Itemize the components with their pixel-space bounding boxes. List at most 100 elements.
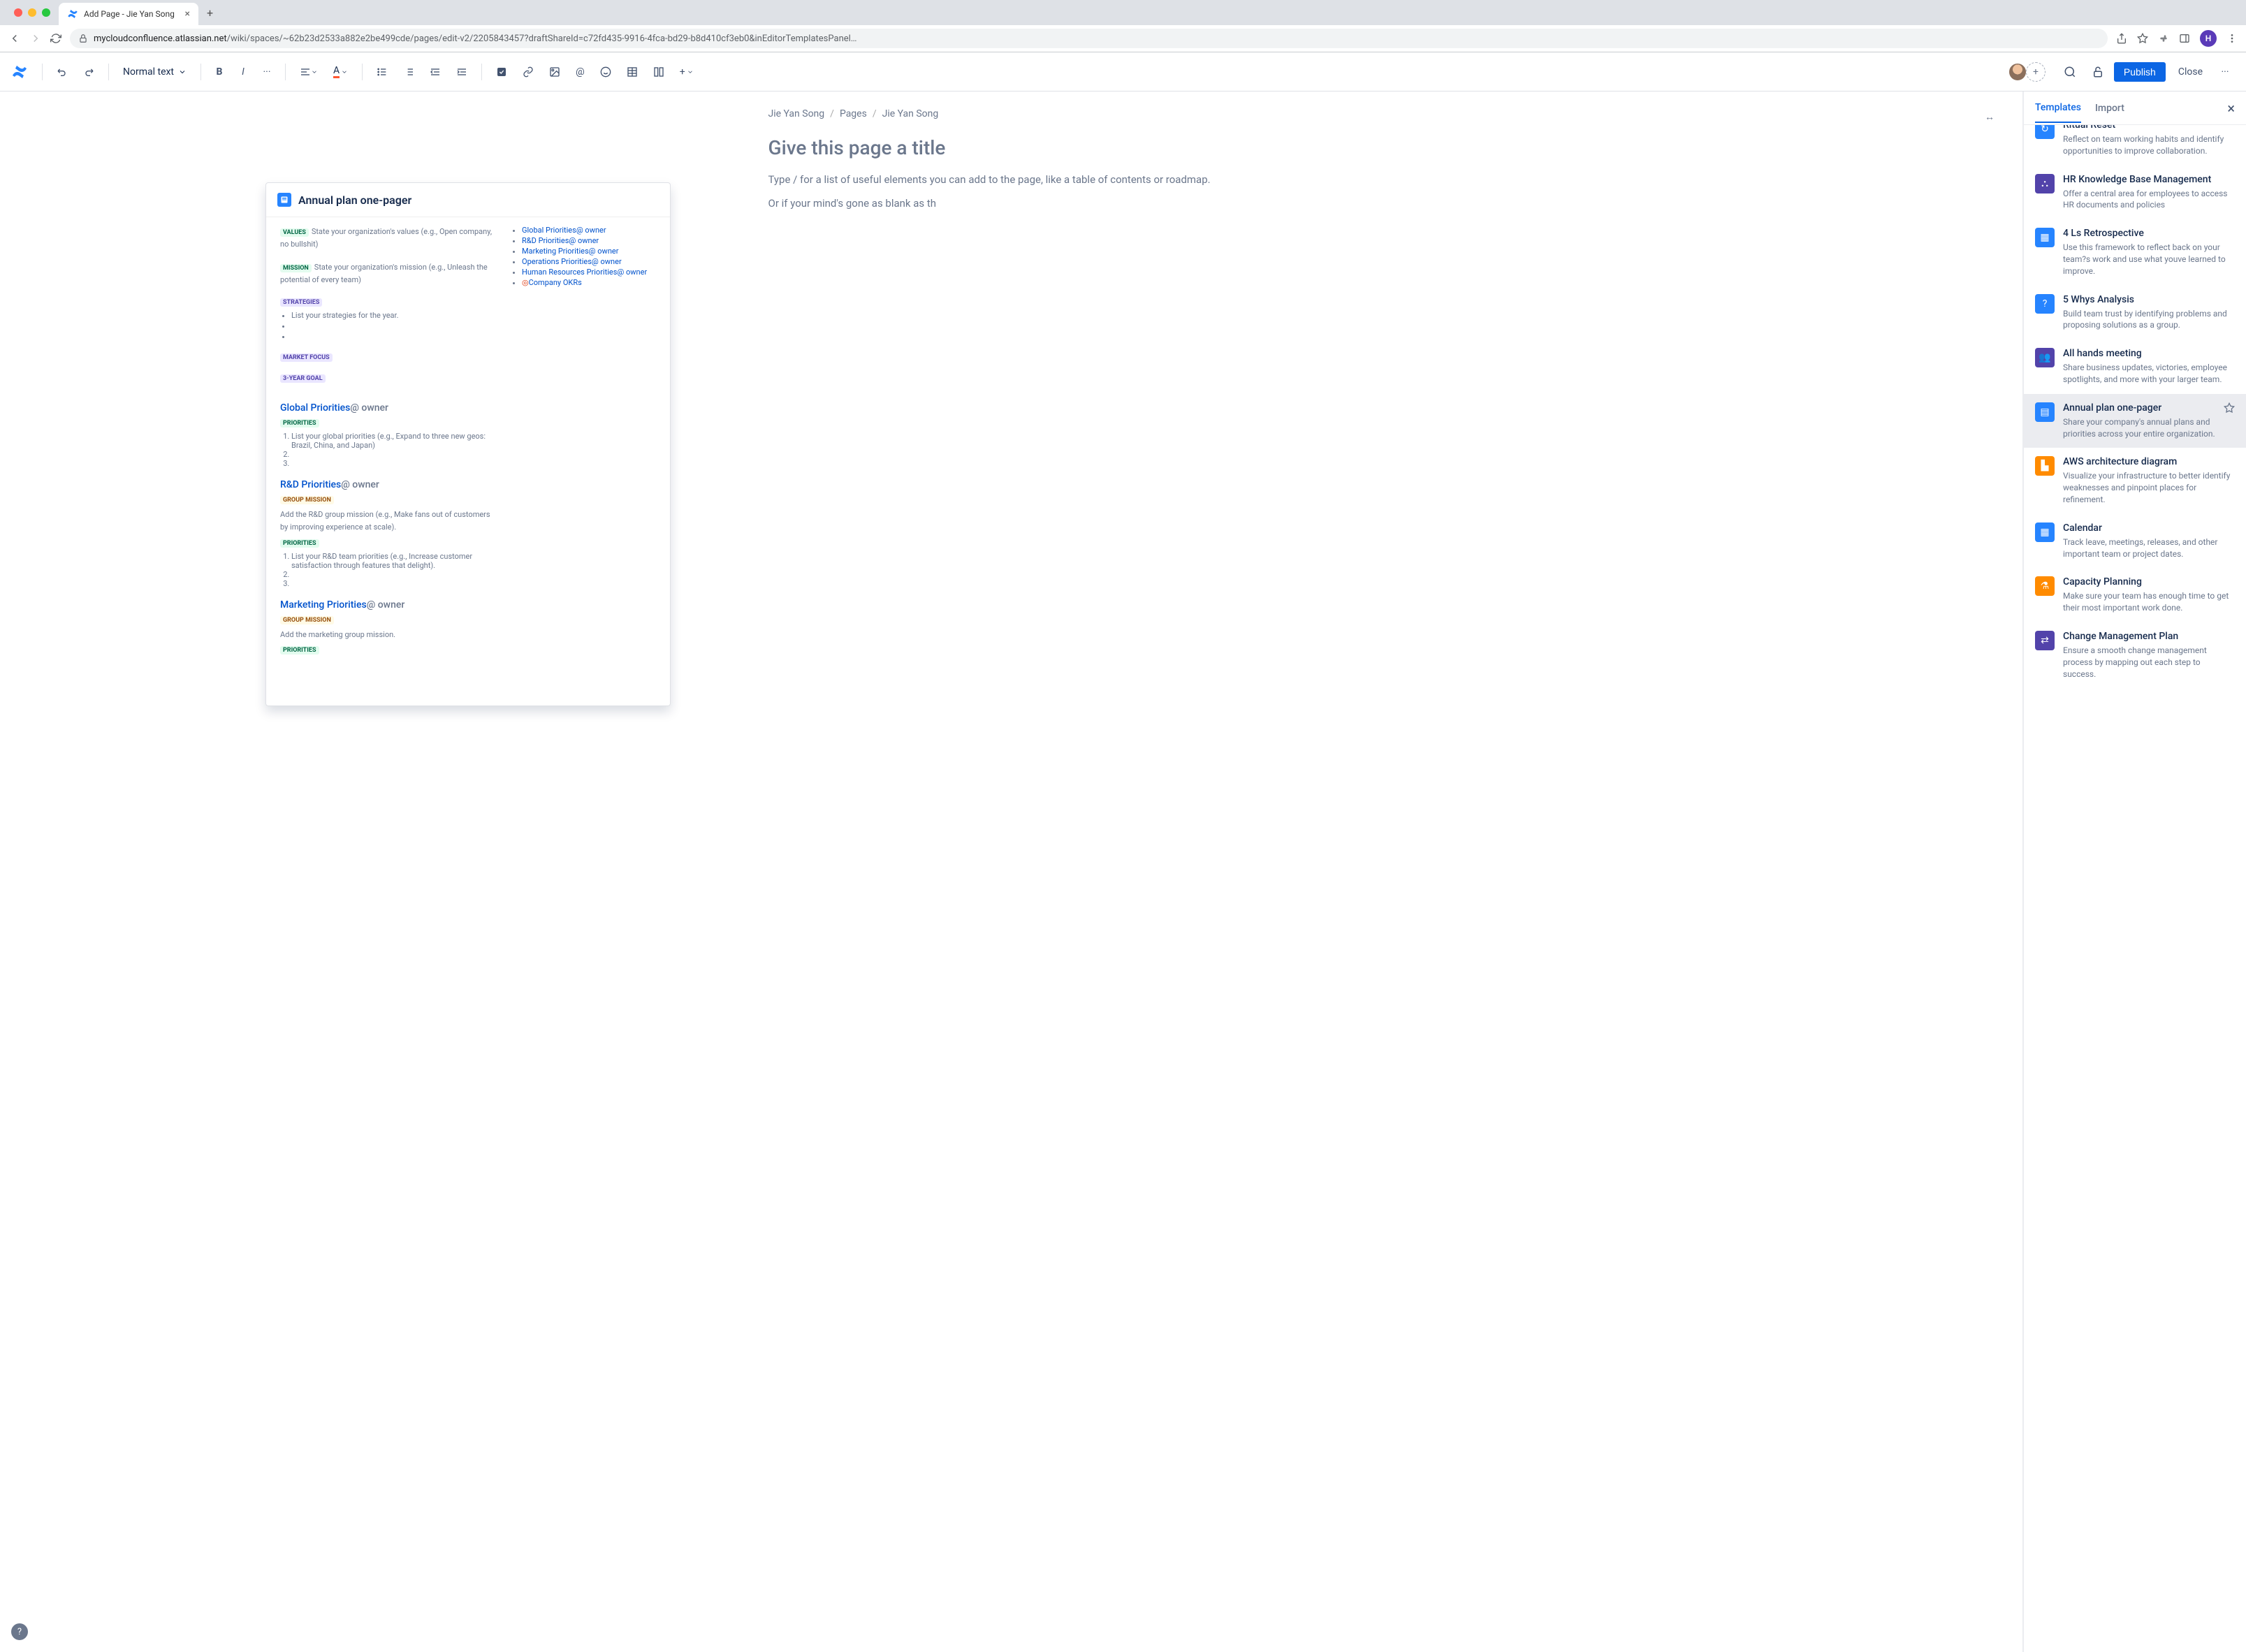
panel-close-button[interactable]: ×	[2227, 100, 2235, 117]
divider	[481, 64, 482, 80]
user-avatar[interactable]	[2008, 62, 2027, 82]
template-description: Use this framework to reflect back on yo…	[2063, 242, 2235, 277]
template-item[interactable]: ?5 Whys AnalysisBuild team trust by iden…	[2024, 286, 2246, 340]
chevron-down-icon	[178, 68, 187, 76]
close-button[interactable]: Close	[2170, 62, 2211, 82]
browser-menu-icon[interactable]	[2226, 33, 2238, 44]
template-item[interactable]: ▤Annual plan one-pagerShare your company…	[2024, 394, 2246, 448]
template-description: Track leave, meetings, releases, and oth…	[2063, 536, 2235, 560]
restrictions-button[interactable]	[2086, 61, 2110, 82]
url-field[interactable]: mycloudconfluence.atlassian.net/wiki/spa…	[70, 29, 2108, 48]
link-global: Global Priorities	[522, 226, 576, 235]
image-button[interactable]	[544, 62, 566, 82]
browser-chrome: Add Page - Jie Yan Song × + mycloudconfl…	[0, 0, 2246, 52]
align-button[interactable]	[294, 62, 323, 82]
template-item[interactable]: ⛬HR Knowledge Base ManagementOffer a cen…	[2024, 166, 2246, 220]
sidepanel-icon[interactable]	[2179, 33, 2190, 44]
template-item[interactable]: ▙AWS architecture diagramVisualize your …	[2024, 448, 2246, 513]
confluence-logo-icon[interactable]	[11, 64, 28, 80]
redo-button[interactable]	[78, 62, 100, 82]
template-item[interactable]: ⚗Capacity PlanningMake sure your team ha…	[2024, 568, 2246, 622]
template-list[interactable]: ↻Ritual ResetReflect on team working hab…	[2024, 125, 2246, 1652]
strategies-badge: STRATEGIES	[280, 298, 322, 307]
breadcrumb-separator: /	[873, 108, 877, 119]
target-icon: ◎	[522, 278, 529, 287]
profile-badge[interactable]: H	[2200, 30, 2217, 47]
help-button[interactable]: ?	[11, 1623, 28, 1640]
reload-button[interactable]	[50, 33, 61, 44]
new-tab-button[interactable]: +	[207, 6, 213, 20]
template-icon: ▙	[2035, 456, 2055, 476]
page-title-input[interactable]: Give this page a title	[768, 136, 1255, 159]
strategy-item-empty	[291, 321, 498, 330]
template-item[interactable]: ⇄Change Management PlanEnsure a smooth c…	[2024, 622, 2246, 688]
template-title: Change Management Plan	[2063, 631, 2235, 642]
breadcrumb-space[interactable]: Jie Yan Song	[768, 108, 825, 119]
share-icon[interactable]	[2116, 33, 2127, 44]
extensions-icon[interactable]	[2158, 33, 2169, 44]
search-button[interactable]	[2058, 61, 2082, 82]
browser-address-bar: mycloudconfluence.atlassian.net/wiki/spa…	[0, 25, 2246, 52]
outdent-button[interactable]	[424, 62, 446, 82]
link-ops: Operations Priorities	[522, 257, 592, 266]
link-button[interactable]	[517, 62, 539, 82]
undo-button[interactable]	[51, 62, 73, 82]
bullet-list-button[interactable]	[371, 62, 393, 82]
action-item-button[interactable]	[490, 62, 513, 82]
table-button[interactable]	[621, 62, 643, 82]
more-actions-button[interactable]: ···	[2215, 62, 2235, 82]
mission-badge: MISSION	[280, 264, 312, 272]
add-collaborator-button[interactable]: +	[2026, 62, 2046, 82]
template-item[interactable]: 👥All hands meetingShare business updates…	[2024, 339, 2246, 394]
template-icon: 👥	[2035, 348, 2055, 367]
publish-button[interactable]: Publish	[2114, 62, 2166, 82]
divider	[200, 64, 201, 80]
template-title: Annual plan one-pager	[2063, 402, 2235, 414]
editor-area: Jie Yan Song / Pages / Jie Yan Song ↔ Gi…	[0, 92, 2022, 1652]
window-minimize[interactable]	[28, 8, 36, 17]
editor-toolbar: Normal text B I ··· A @ + + Publish Clos…	[0, 52, 2246, 92]
forward-button[interactable]	[29, 32, 42, 45]
template-description: Share your company's annual plans and pr…	[2063, 416, 2235, 440]
tab-close-icon[interactable]: ×	[185, 8, 190, 20]
template-item[interactable]: ↻Ritual ResetReflect on team working hab…	[2024, 125, 2246, 166]
browser-tab-bar: Add Page - Jie Yan Song × +	[0, 0, 2246, 25]
preview-title: Annual plan one-pager	[298, 193, 411, 207]
template-item[interactable]: ▦CalendarTrack leave, meetings, releases…	[2024, 514, 2246, 569]
layout-button[interactable]	[648, 62, 670, 82]
browser-tab[interactable]: Add Page - Jie Yan Song ×	[59, 3, 198, 25]
bold-button[interactable]: B	[210, 62, 229, 82]
insert-more-button[interactable]: +	[674, 62, 699, 82]
template-icon: ↻	[2035, 125, 2055, 139]
window-maximize[interactable]	[42, 8, 50, 17]
template-icon: ⇄	[2035, 631, 2055, 650]
template-icon: ▦	[2035, 522, 2055, 542]
text-color-button[interactable]: A	[328, 61, 353, 82]
panel-tabs: Templates Import ×	[2024, 92, 2246, 125]
breadcrumb-pages[interactable]: Pages	[840, 108, 867, 119]
emoji-button[interactable]	[595, 62, 617, 82]
tab-templates[interactable]: Templates	[2035, 94, 2081, 123]
template-item[interactable]: ▦4 Ls RetrospectiveUse this framework to…	[2024, 219, 2246, 285]
number-list-button[interactable]	[398, 62, 420, 82]
bookmark-icon[interactable]	[2137, 33, 2148, 44]
preview-header: Annual plan one-pager	[266, 183, 670, 217]
template-title: Ritual Reset	[2063, 125, 2235, 131]
tab-import[interactable]: Import	[2095, 94, 2124, 122]
page-width-toggle[interactable]: ↔	[1985, 111, 1995, 123]
more-format-button[interactable]: ···	[257, 62, 277, 82]
breadcrumb-separator: /	[830, 108, 834, 119]
window-close[interactable]	[14, 8, 22, 17]
template-title: All hands meeting	[2063, 348, 2235, 359]
indent-button[interactable]	[451, 62, 473, 82]
breadcrumb-current[interactable]: Jie Yan Song	[882, 108, 939, 119]
priorities-badge: PRIORITIES	[280, 539, 319, 548]
italic-button[interactable]: I	[233, 62, 253, 82]
template-title: HR Knowledge Base Management	[2063, 174, 2235, 185]
link-okrs: Company OKRs	[529, 278, 582, 287]
mention-button[interactable]: @	[570, 62, 590, 82]
text-style-select[interactable]: Normal text	[117, 64, 192, 80]
favorite-star-icon[interactable]	[2224, 402, 2235, 414]
breadcrumb: Jie Yan Song / Pages / Jie Yan Song	[768, 108, 1255, 119]
back-button[interactable]	[8, 32, 21, 45]
